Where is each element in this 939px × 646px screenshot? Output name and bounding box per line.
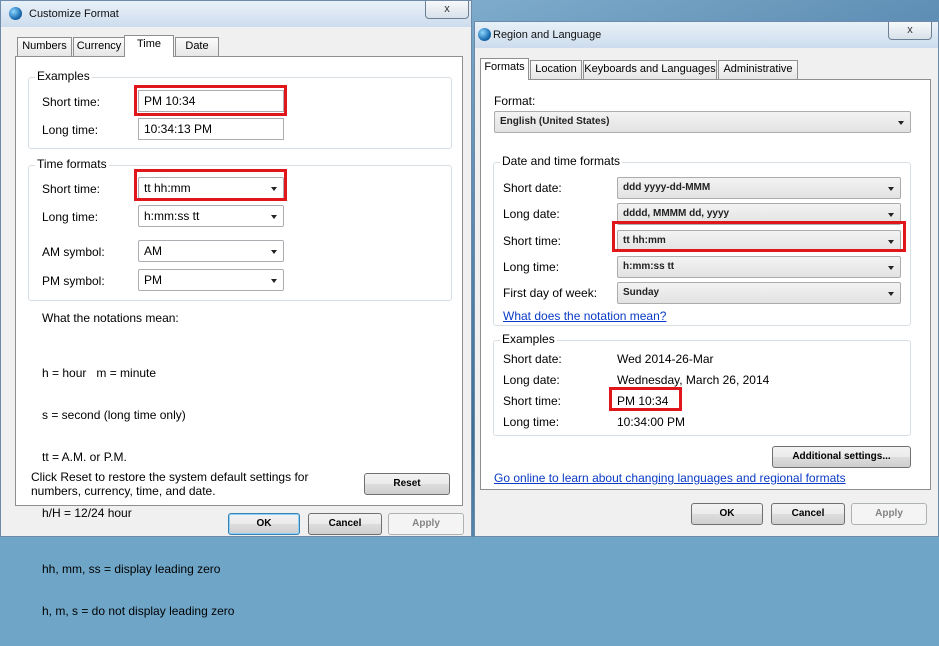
short-time-example-label: Short time: (503, 394, 562, 408)
long-time-format-combo[interactable]: h:mm:ss tt (138, 205, 284, 227)
chevron-down-icon (888, 292, 894, 296)
long-date-value: dddd, MMMM dd, yyyy (623, 208, 730, 219)
chevron-down-icon (888, 187, 894, 191)
notation-line: tt = A.M. or P.M. (42, 450, 127, 464)
long-time-label: Long time: (503, 260, 560, 274)
date-time-formats-group-title: Date and time formats (500, 154, 623, 168)
region-tabs: Formats Location Keyboards and Languages… (480, 58, 810, 80)
chevron-down-icon (271, 250, 277, 254)
short-date-combo[interactable]: ddd yyyy-dd-MMM (617, 177, 901, 199)
notation-line: h/H = 12/24 hour (42, 506, 132, 520)
reset-button[interactable]: Reset (364, 473, 450, 495)
notation-help-link[interactable]: What does the notation mean? (503, 309, 666, 323)
ok-button[interactable]: OK (691, 503, 763, 525)
ok-button[interactable]: OK (228, 513, 300, 535)
long-time-combo[interactable]: h:mm:ss tt (617, 256, 901, 278)
globe-icon (478, 28, 491, 41)
am-symbol-combo[interactable]: AM (138, 240, 284, 262)
am-symbol-value: AM (144, 244, 162, 258)
long-date-example-label: Long date: (503, 373, 560, 387)
region-examples-group: Examples Short date: Wed 2014-26-Mar Lon… (493, 332, 911, 436)
tab-date[interactable]: Date (175, 37, 219, 56)
customize-format-window: Customize Format x Numbers Currency Time… (0, 0, 472, 618)
notation-line: hh, mm, ss = display leading zero (42, 562, 221, 576)
examples-group-title: Examples (35, 69, 92, 83)
notation-line: h, m, s = do not display leading zero (42, 604, 235, 618)
close-button[interactable]: x (888, 22, 932, 40)
cancel-button[interactable]: Cancel (308, 513, 382, 535)
notation-line: h = hour m = minute (42, 366, 157, 380)
region-examples-group-title: Examples (500, 332, 557, 346)
first-day-of-week-label: First day of week: (503, 286, 598, 300)
pm-symbol-label: PM symbol: (42, 274, 105, 288)
highlight-region-short-time-example (609, 387, 682, 411)
formats-tab-panel: Format: English (United States) Date and… (480, 79, 931, 490)
long-time-format-label: Long time: (42, 210, 99, 224)
short-date-example-value: Wed 2014-26-Mar (617, 352, 714, 366)
notations-heading: What the notations mean: (42, 311, 179, 325)
long-time-example-label: Long time: (42, 123, 99, 137)
short-time-example-label: Short time: (42, 95, 101, 109)
cancel-button[interactable]: Cancel (771, 503, 845, 525)
tab-numbers[interactable]: Numbers (17, 37, 72, 56)
tab-time[interactable]: Time (124, 35, 174, 57)
pm-symbol-value: PM (144, 273, 162, 287)
reset-description: Click Reset to restore the system defaul… (31, 470, 309, 498)
tab-currency[interactable]: Currency (73, 37, 125, 56)
long-time-example-value: 10:34:00 PM (617, 415, 686, 429)
additional-settings-button[interactable]: Additional settings... (772, 446, 911, 468)
apply-button: Apply (851, 503, 927, 525)
time-tab-panel: Examples Short time: PM 10:34 Long time:… (15, 56, 463, 618)
chevron-down-icon (271, 279, 277, 283)
customize-format-titlebar: Customize Format x (1, 1, 471, 27)
customize-tabs: Numbers Currency Time Date (15, 35, 235, 57)
am-symbol-label: AM symbol: (42, 245, 105, 259)
tab-administrative[interactable]: Administrative (718, 60, 798, 79)
tab-formats[interactable]: Formats (480, 58, 529, 80)
long-date-example-value: Wednesday, March 26, 2014 (617, 373, 770, 387)
close-button[interactable]: x (425, 1, 469, 19)
highlight-region-short-time (612, 221, 906, 252)
window-title: Region and Language (493, 29, 602, 41)
chevron-down-icon (888, 266, 894, 270)
long-time-value: h:mm:ss tt (623, 261, 675, 272)
first-day-of-week-value: Sunday (623, 287, 660, 298)
tab-location[interactable]: Location (530, 60, 582, 79)
highlight-short-time-example (134, 85, 287, 116)
short-time-label: Short time: (503, 234, 562, 248)
chevron-down-icon (271, 215, 277, 219)
window-title: Customize Format (29, 8, 119, 20)
long-time-example-label: Long time: (503, 415, 560, 429)
long-date-label: Long date: (503, 207, 560, 221)
notation-line: s = second (long time only) (42, 408, 186, 422)
format-combo[interactable]: English (United States) (494, 111, 911, 133)
long-time-format-value: h:mm:ss tt (144, 209, 200, 223)
first-day-of-week-combo[interactable]: Sunday (617, 282, 901, 304)
pm-symbol-combo[interactable]: PM (138, 269, 284, 291)
chevron-down-icon (888, 213, 894, 217)
apply-button: Apply (388, 513, 464, 535)
region-language-titlebar: Region and Language x (475, 22, 938, 48)
region-language-window: Region and Language x Formats Location K… (474, 21, 939, 537)
format-value: English (United States) (500, 116, 610, 127)
long-time-example-value: 10:34:13 PM (138, 118, 284, 140)
time-formats-group-title: Time formats (35, 157, 109, 171)
chevron-down-icon (898, 121, 904, 125)
short-date-value: ddd yyyy-dd-MMM (623, 182, 711, 193)
highlight-short-time-format (134, 169, 287, 201)
short-date-label: Short date: (503, 181, 562, 195)
short-time-format-label: Short time: (42, 182, 101, 196)
short-date-example-label: Short date: (503, 352, 562, 366)
tab-keyboards-and-languages[interactable]: Keyboards and Languages (583, 60, 717, 79)
globe-icon (9, 7, 22, 20)
online-help-link[interactable]: Go online to learn about changing langua… (494, 471, 846, 485)
format-label: Format: (494, 94, 536, 108)
